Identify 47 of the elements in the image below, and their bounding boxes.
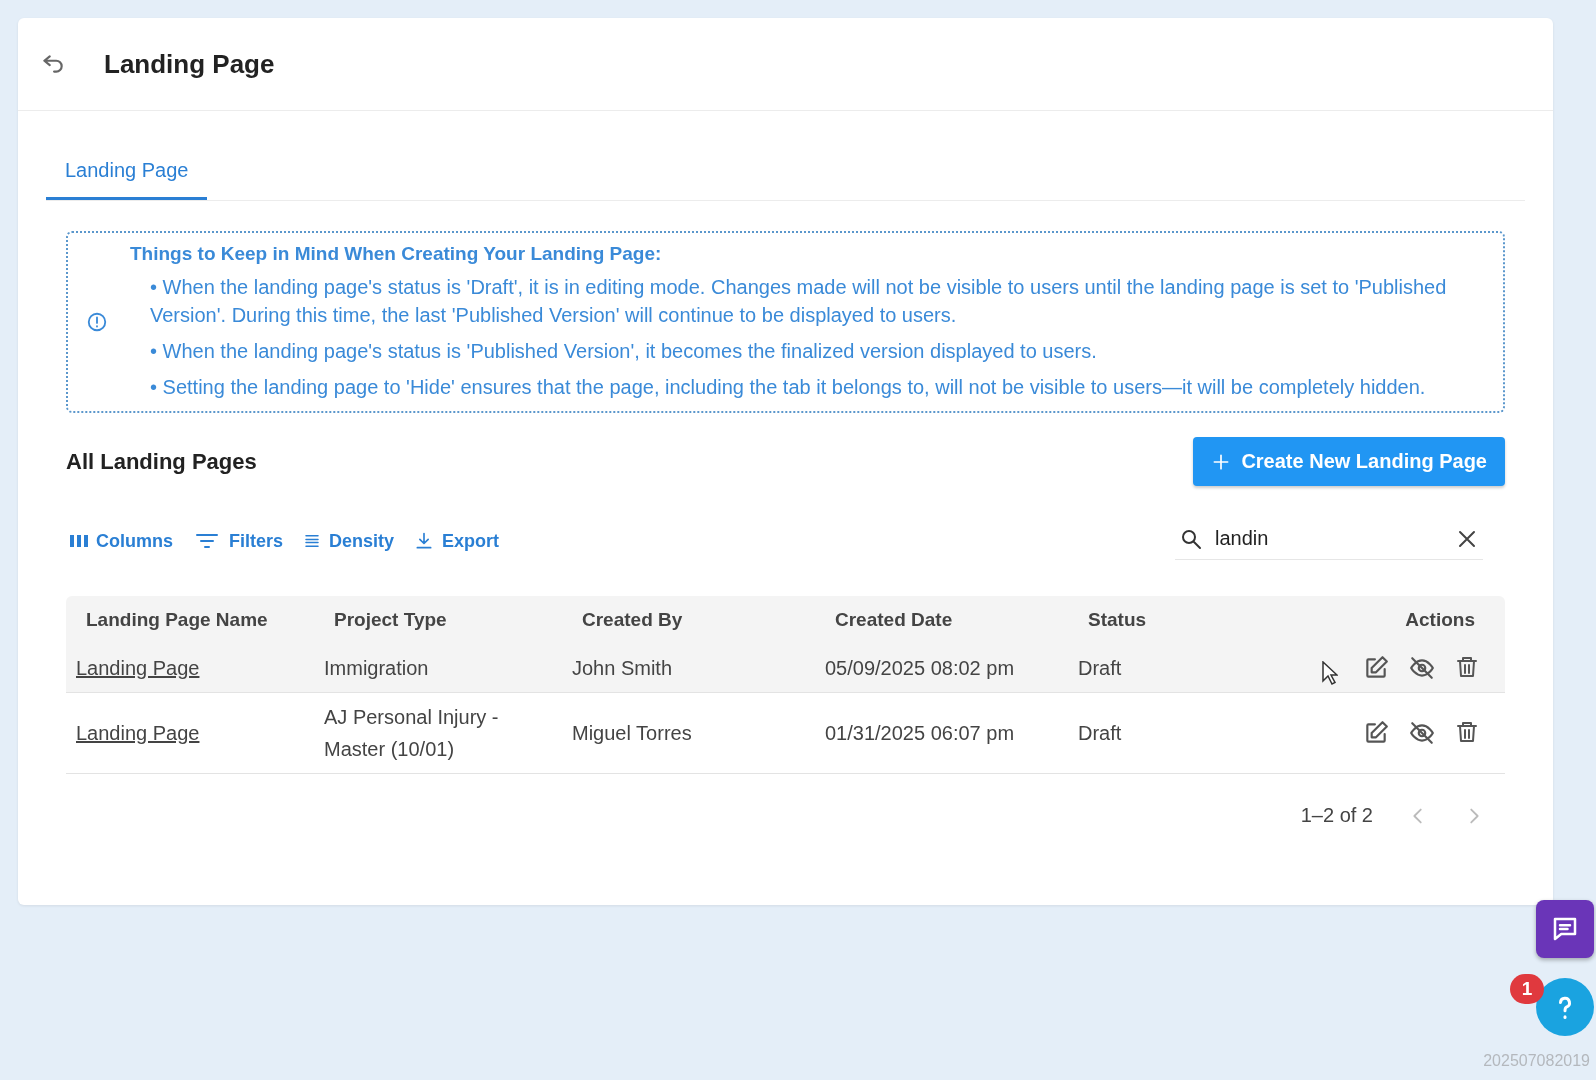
- pencil-icon: [1363, 655, 1389, 681]
- notice-title: Things to Keep in Mind When Creating Your Landing Page:: [130, 243, 663, 265]
- notice-bullet: • When the landing page's status is 'Published Version', it becomes the finalized version displayed to users.: [149, 339, 1098, 364]
- table-cell-text: Draft: [1077, 721, 1123, 746]
- trash-icon: [1455, 720, 1479, 744]
- column-header: Created Date: [834, 609, 954, 631]
- create-button[interactable]: Create New Landing Page: [1193, 437, 1505, 486]
- version-label: 202507082019: [1483, 1052, 1590, 1070]
- hide-button[interactable]: [1409, 655, 1435, 681]
- notice-bullet: • Setting the landing page to 'Hide' ensures that the page, including the tab it belongs to, will not be visible to users—it will be completely hidden.: [149, 375, 1427, 400]
- column-header: Landing Page Name: [85, 609, 269, 631]
- pagination-range: 1–2 of 2: [1300, 804, 1373, 827]
- toolbar-button[interactable]: Density: [299, 525, 399, 557]
- section-title: All Landing Pages: [66, 448, 257, 475]
- page-title: Landing Page: [104, 48, 275, 80]
- table-cell-text: Immigration: [323, 656, 430, 681]
- toolbar-button[interactable]: Export: [410, 525, 504, 557]
- table-cell-text: 01/31/2025 06:07 pm: [824, 721, 1016, 746]
- notice-bullet: • When the landing page's status is 'Draft', it is in editing mode. Changes made will not be visible to users until the landing page is set to 'Published Version'. During this time, the last 'Published Version' will continue to be displayed to users.: [149, 275, 1448, 328]
- page-name-link[interactable]: Landing Page: [76, 717, 200, 749]
- hide-button[interactable]: [1409, 720, 1435, 746]
- edit-button[interactable]: [1363, 655, 1389, 681]
- eye-slash-icon: [1409, 720, 1435, 746]
- density-icon: [303, 532, 322, 550]
- column-header: Status: [1087, 609, 1148, 631]
- help-button[interactable]: [1536, 978, 1594, 1036]
- table-cell-text: Miguel Torres: [571, 721, 693, 746]
- table-cell-text: AJ Personal Injury - Master (10/01): [323, 705, 500, 762]
- column-header: Created By: [581, 609, 684, 631]
- table-cell-text: Draft: [1077, 656, 1123, 681]
- column-header: Actions: [1404, 609, 1476, 631]
- columns-icon: [70, 534, 88, 548]
- eye-slash-icon: [1409, 655, 1435, 681]
- table-cell-text: 05/09/2025 08:02 pm: [824, 656, 1016, 681]
- notification-badge: 1: [1510, 974, 1544, 1004]
- column-header: Project Type: [333, 609, 448, 631]
- toolbar-button[interactable]: Columns: [66, 525, 177, 557]
- pencil-icon: [1363, 720, 1389, 746]
- toolbar-button[interactable]: Filters: [189, 525, 288, 557]
- trash-icon: [1455, 655, 1479, 679]
- tab[interactable]: Landing Page: [46, 147, 208, 200]
- chat-button[interactable]: [1536, 900, 1594, 958]
- table-cell-text: John Smith: [571, 656, 674, 681]
- info-icon: [86, 311, 108, 333]
- edit-button[interactable]: [1363, 720, 1389, 746]
- page-name-link[interactable]: Landing Page: [76, 652, 200, 684]
- mouse-cursor-icon: [1322, 661, 1338, 685]
